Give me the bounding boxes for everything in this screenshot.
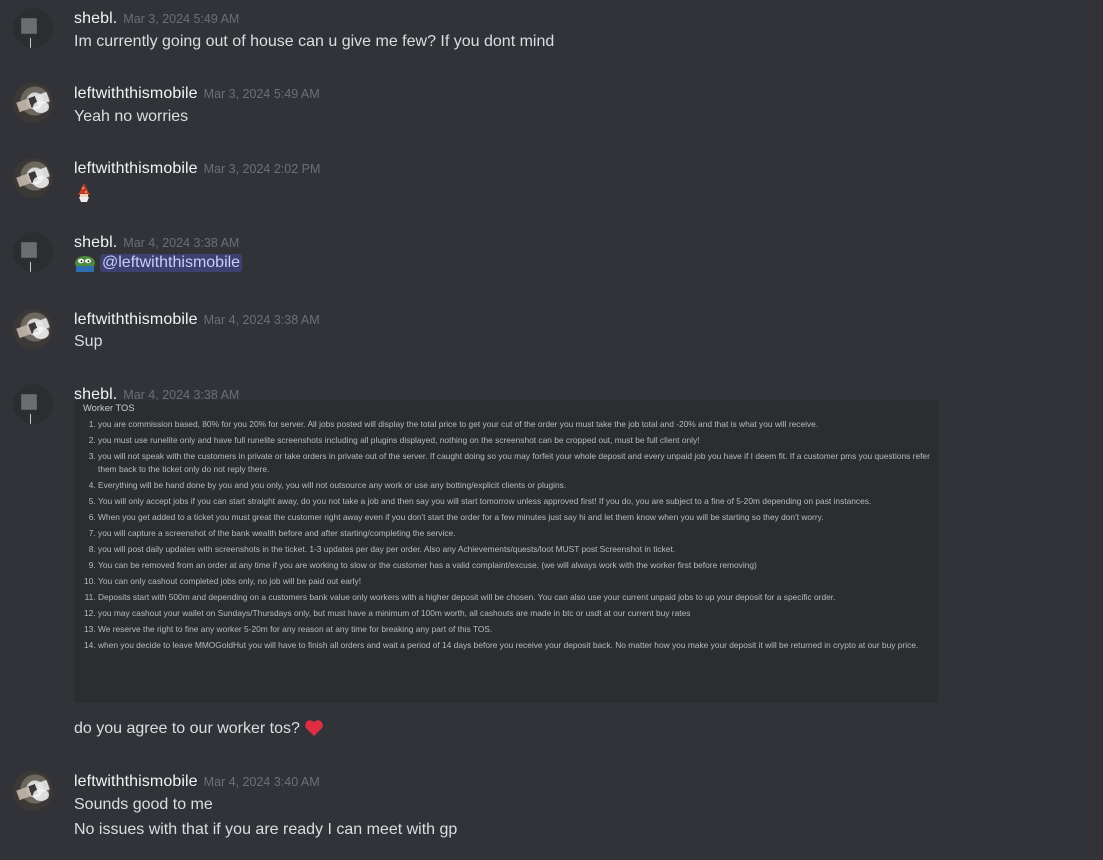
message-timestamp[interactable]: Mar 4, 2024 3:38 AM: [204, 313, 320, 327]
message-header: leftwiththismobile Mar 4, 2024 3:40 AM: [74, 773, 320, 793]
list-item: Everything will be hand done by you and …: [98, 479, 932, 492]
message-text: Im currently going out of house can u gi…: [74, 33, 555, 50]
message-timestamp[interactable]: Mar 3, 2024 5:49 AM: [204, 87, 320, 101]
message-header: shebl. Mar 4, 2024 3:38 AM: [74, 234, 239, 254]
avatar[interactable]: [13, 309, 53, 349]
author-name[interactable]: shebl.: [74, 234, 117, 251]
message-content: @leftwiththismobile: [74, 254, 243, 276]
list-item: you may cashout your wallet on Sundays/T…: [98, 607, 932, 620]
avatar[interactable]: [13, 384, 53, 424]
list-item: Deposits start with 500m and depending o…: [98, 591, 932, 604]
message-text: No issues with that if you are ready I c…: [74, 821, 458, 838]
attachment-title: Worker TOS: [83, 402, 135, 413]
list-item: you are commission based, 80% for you 20…: [98, 418, 932, 431]
message-timestamp[interactable]: Mar 4, 2024 3:38 AM: [123, 236, 239, 250]
chat-messages: shebl. Mar 3, 2024 5:49 AM Im currently g…: [0, 0, 1103, 860]
message-timestamp[interactable]: Mar 3, 2024 5:49 AM: [123, 12, 239, 26]
list-item: You will only accept jobs if you can sta…: [98, 495, 932, 508]
list-item: We reserve the right to fine any worker …: [98, 623, 932, 636]
avatar[interactable]: [13, 8, 53, 48]
message-text: Sup: [74, 333, 103, 350]
list-item: You can only cashout completed jobs only…: [98, 575, 932, 588]
author-name[interactable]: leftwiththismobile: [74, 160, 198, 177]
message-header: leftwiththismobile Mar 3, 2024 5:49 AM: [74, 85, 320, 105]
author-name[interactable]: leftwiththismobile: [74, 85, 198, 102]
message-text-content: do you agree to our worker tos?: [74, 720, 300, 737]
avatar[interactable]: [13, 83, 53, 123]
author-name[interactable]: leftwiththismobile: [74, 773, 198, 790]
list-item: you will capture a screenshot of the ban…: [98, 527, 932, 540]
message-timestamp[interactable]: Mar 3, 2024 2:02 PM: [204, 162, 321, 176]
list-item: when you decide to leave MMOGoldHut you …: [98, 639, 932, 652]
avatar[interactable]: [13, 232, 53, 272]
list-item: you will not speak with the customers in…: [98, 450, 932, 476]
message-text: Sounds good to me: [74, 796, 213, 813]
message-text: Yeah no worries: [74, 108, 189, 125]
wizard-emoji-icon[interactable]: [74, 182, 94, 202]
list-item: When you get added to a ticket you must …: [98, 511, 932, 524]
pepe-emoji-icon[interactable]: [74, 254, 96, 272]
message-timestamp[interactable]: Mar 4, 2024 3:40 AM: [204, 775, 320, 789]
avatar[interactable]: [13, 771, 53, 811]
author-name[interactable]: shebl.: [74, 10, 117, 27]
avatar[interactable]: [13, 158, 53, 198]
author-name[interactable]: leftwiththismobile: [74, 311, 198, 328]
message-header: leftwiththismobile Mar 4, 2024 3:38 AM: [74, 311, 320, 331]
message-header: shebl. Mar 3, 2024 5:49 AM: [74, 10, 239, 30]
list-item: you will post daily updates with screens…: [98, 543, 932, 556]
message-text: do you agree to our worker tos?: [74, 719, 324, 738]
tos-list: you are commission based, 80% for you 20…: [83, 418, 932, 652]
user-mention[interactable]: @leftwiththismobile: [100, 254, 243, 272]
message-header: leftwiththismobile Mar 3, 2024 2:02 PM: [74, 160, 320, 180]
list-item: You can be removed from an order at any …: [98, 559, 932, 572]
red-heart-emoji-icon[interactable]: [304, 719, 324, 737]
image-attachment[interactable]: Worker TOS you are commission based, 80%…: [74, 400, 938, 703]
list-item: you must use runelite only and have full…: [98, 434, 932, 447]
